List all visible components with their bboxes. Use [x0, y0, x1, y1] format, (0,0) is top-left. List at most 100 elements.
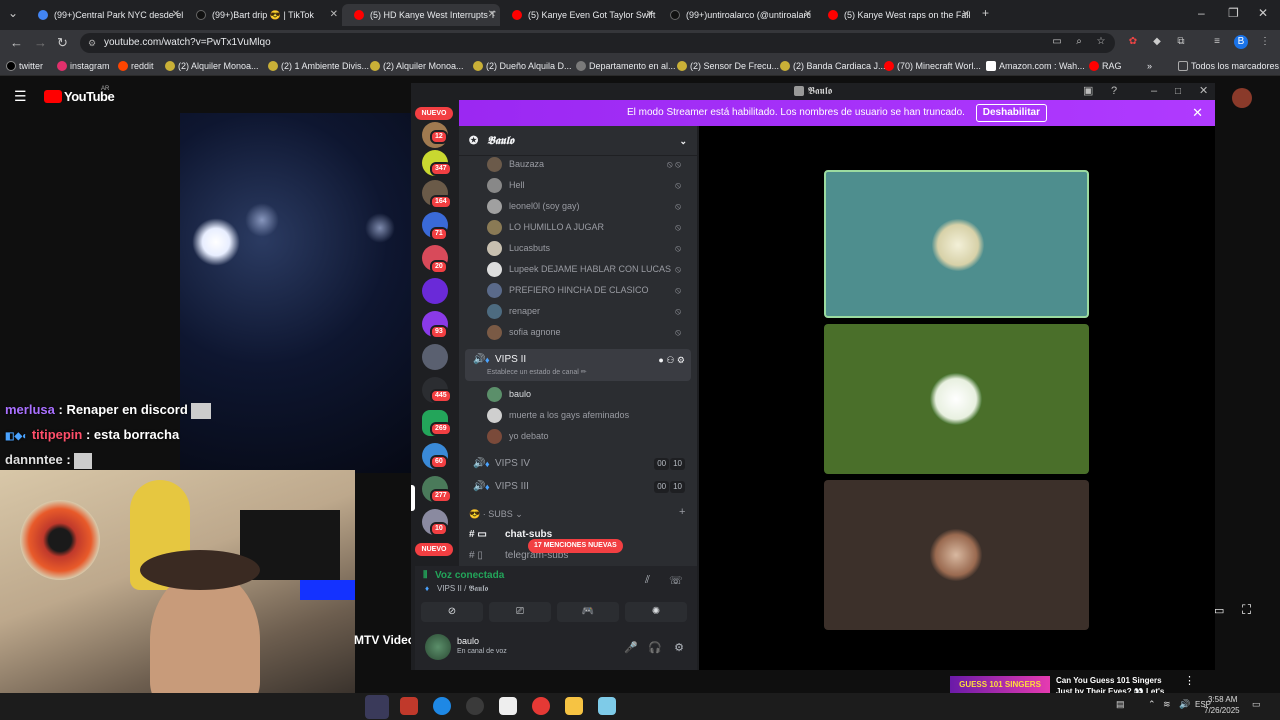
suggested-video[interactable]: GUESS 101 SINGERS Can You Guess 101 Sing…	[940, 672, 1200, 696]
voice-member[interactable]: leonel0l (soy gay) ⦸	[487, 196, 687, 216]
maximize-icon[interactable]: □	[1175, 83, 1181, 100]
bookmark-twitter[interactable]: twitter	[6, 59, 43, 73]
new-mentions-pill[interactable]: 17 MENCIONES NUEVAS	[528, 539, 623, 553]
close-icon[interactable]: ✕	[646, 4, 654, 26]
voice-channel-vips-iii[interactable]: 🔊 ♦ VIPS III 00 10	[465, 476, 691, 498]
youtube-logo-icon[interactable]	[44, 90, 62, 103]
extensions-icon[interactable]: ⧉	[1174, 35, 1188, 49]
screen-share-button[interactable]: ⎚	[489, 602, 551, 622]
voice-channel-vips-ii[interactable]: 🔊 ♦ VIPS II Establece un estado de canal…	[465, 349, 691, 381]
all-bookmarks[interactable]: Todos los marcadores	[1178, 59, 1279, 73]
minimize-icon[interactable]: –	[1198, 6, 1205, 20]
bookmark-star-icon[interactable]: ☆	[1094, 35, 1108, 49]
activities-button[interactable]: 🎮	[557, 602, 619, 622]
bookmarks-overflow-icon[interactable]: »	[1147, 59, 1152, 73]
voice-member[interactable]: PREFIERO HINCHA DE CLASICO ⦸	[487, 280, 687, 300]
participant-tile[interactable]	[824, 170, 1089, 318]
microphone-icon[interactable]: 🎤	[623, 640, 639, 656]
close-banner-icon[interactable]: ✕	[1192, 100, 1203, 126]
noise-suppression-icon[interactable]: ⫽	[645, 574, 650, 587]
voice-member[interactable]: renaper ⦸	[487, 301, 687, 321]
hamburger-menu-icon[interactable]: ☰	[14, 88, 27, 105]
voice-channel-vips-iv[interactable]: 🔊 ♦ VIPS IV 00 10	[465, 453, 691, 475]
bookmark-item[interactable]: (2) 1 Ambiente Divis...	[268, 59, 369, 73]
tray-overflow-icon[interactable]: ⌃	[1148, 699, 1156, 710]
help-icon[interactable]: ?	[1111, 83, 1117, 100]
site-info-icon[interactable]: ⚙	[88, 33, 96, 53]
voice-member[interactable]: yo debato	[487, 426, 687, 446]
fullscreen-icon[interactable]: ⛶	[1242, 602, 1251, 618]
bookmark-item[interactable]: Amazon.com : Wah...	[986, 59, 1085, 73]
obs-taskbar-icon[interactable]	[466, 697, 484, 715]
bookmark-item[interactable]: RAG	[1089, 59, 1122, 73]
voice-member[interactable]: sofia agnone ⦸	[487, 322, 687, 342]
browser-tab-6[interactable]: (5) Kanye West raps on the Fall ✕	[816, 4, 974, 26]
browser-tab-4[interactable]: (5) Kanye Even Got Taylor Swift ✕	[500, 4, 658, 26]
forward-icon[interactable]: →	[34, 35, 47, 50]
camera-off-button[interactable]: ⊘	[421, 602, 483, 622]
participant-tile[interactable]	[824, 480, 1089, 630]
zoom-icon[interactable]: ⌕	[1072, 35, 1086, 49]
bookmark-reddit[interactable]: reddit	[118, 59, 154, 73]
discord-taskbar-icon[interactable]	[365, 695, 389, 719]
channel-status[interactable]: Establece un estado de canal ✏	[487, 367, 587, 379]
tray-app-icon[interactable]: ▤	[1116, 699, 1125, 710]
close-icon[interactable]: ✕	[172, 4, 180, 26]
server-icon[interactable]	[422, 344, 448, 370]
voice-member[interactable]: Bauzaza ⦸ ⦸	[487, 154, 687, 174]
close-icon[interactable]: ✕	[962, 4, 970, 26]
close-icon[interactable]: ✕	[330, 4, 338, 26]
server-icon[interactable]	[422, 278, 448, 304]
profile-avatar[interactable]: B	[1234, 35, 1248, 49]
headphones-icon[interactable]: 🎧	[647, 640, 663, 656]
network-icon[interactable]: ≋	[1163, 699, 1171, 710]
theater-mode-icon[interactable]: ▭	[1214, 604, 1224, 617]
bookmark-item[interactable]: Departamento en al...	[576, 59, 676, 73]
chrome-taskbar-icon[interactable]	[433, 697, 451, 715]
channel-actions-icon[interactable]: ● ⚇ ⚙	[658, 349, 685, 371]
voice-member[interactable]: Lucasbuts ⦸	[487, 238, 687, 258]
disconnect-icon[interactable]: ☏	[669, 574, 683, 587]
browser-tab-2[interactable]: (99+)Bart drip 😎 | TikTok ✕	[184, 4, 342, 26]
clock-date[interactable]: 7/26/2025	[1204, 706, 1240, 715]
browser-tab-1[interactable]: (99+)Central Park NYC desde el ✕	[26, 4, 184, 26]
menu-icon[interactable]: ⋮	[1258, 35, 1272, 49]
close-window-icon[interactable]: ✕	[1258, 6, 1268, 20]
cast-icon[interactable]: ▭	[1050, 35, 1064, 49]
category-subs[interactable]: 😎 · SUBS ⌄	[469, 507, 523, 521]
file-explorer-taskbar-icon[interactable]	[565, 697, 583, 715]
clock-time[interactable]: 3:58 AM	[1208, 695, 1237, 704]
close-icon[interactable]: ✕	[1199, 83, 1208, 100]
app-taskbar-icon[interactable]	[499, 697, 517, 715]
tab-manager-icon[interactable]: ≡	[1210, 35, 1224, 49]
extension-icon[interactable]: ✿	[1126, 35, 1140, 49]
more-options-icon[interactable]: ⋮	[1184, 674, 1195, 687]
disable-streamer-button[interactable]: Deshabilitar	[975, 104, 1047, 122]
voice-member[interactable]: baulo	[487, 384, 687, 404]
server-header[interactable]: ✪ 𝕭𝖆𝖚𝖑𝖔 ⌄	[459, 126, 697, 156]
voice-status[interactable]: ⦀ Voz conectada	[423, 570, 504, 581]
close-icon[interactable]: ✕	[804, 4, 812, 26]
volume-icon[interactable]: 🔊	[1179, 699, 1190, 710]
tab-search-icon[interactable]: ⌄	[8, 6, 18, 20]
notifications-icon[interactable]: ▭	[1252, 699, 1261, 710]
account-avatar[interactable]	[1232, 88, 1252, 108]
browser-tab-3[interactable]: (5) HD Kanye West Interrupts T ✕	[342, 4, 500, 26]
user-name[interactable]: baulo	[457, 636, 479, 646]
back-icon[interactable]: ←	[10, 35, 23, 50]
maximize-icon[interactable]: ❐	[1228, 6, 1239, 20]
opera-taskbar-icon[interactable]	[532, 697, 550, 715]
minimize-icon[interactable]: –	[1151, 83, 1157, 100]
voice-member[interactable]: Lupeek DEJAME HABLAR CON LUCAS ⦸	[487, 259, 687, 279]
new-tab-icon[interactable]: +	[982, 6, 989, 20]
settings-gear-icon[interactable]: ⚙	[671, 640, 687, 656]
close-icon[interactable]: ✕	[488, 4, 496, 26]
chevron-down-icon[interactable]: ⌄	[679, 126, 687, 156]
bookmark-item[interactable]: (70) Minecraft Worl...	[884, 59, 981, 73]
user-avatar[interactable]	[425, 634, 451, 660]
add-channel-icon[interactable]: +	[679, 506, 685, 518]
url-field[interactable]: ⚙ youtube.com/watch?v=PwTx1VuMlqo	[80, 33, 1115, 53]
reload-icon[interactable]: ↻	[57, 35, 68, 51]
soundboard-button[interactable]: ✺	[625, 602, 687, 622]
bookmark-item[interactable]: (2) Banda Cardiaca J...	[780, 59, 886, 73]
